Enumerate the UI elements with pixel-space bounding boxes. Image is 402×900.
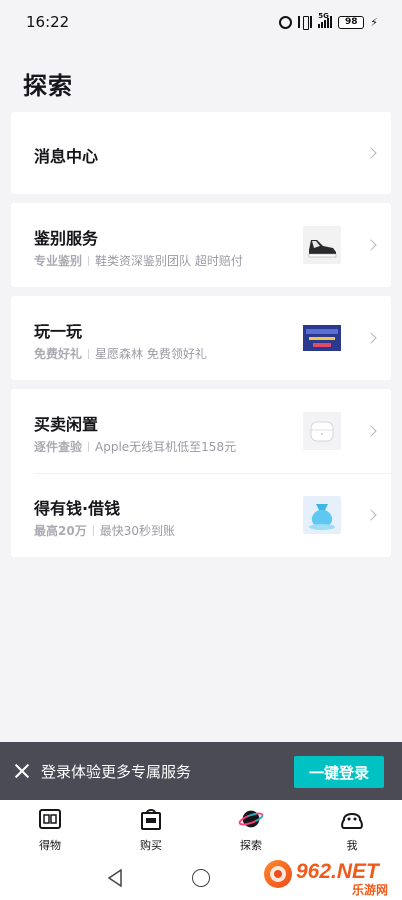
forest-game-thumbnail	[303, 319, 341, 357]
status-icons: 5G 98 ⚡	[279, 12, 378, 30]
chevron-right-icon	[365, 147, 377, 159]
one-click-login-button[interactable]: 一键登录	[294, 756, 384, 788]
appraisal-subtitle: 专业鉴别 鞋类资深鉴别团队 超时赔付	[34, 252, 243, 269]
resale-title: 买卖闲置	[34, 415, 99, 434]
tab-me[interactable]: 我	[317, 806, 387, 853]
appraisal-desc: 鞋类资深鉴别团队 超时赔付	[95, 254, 243, 268]
chevron-right-icon	[365, 425, 377, 437]
chevron-right-icon	[365, 239, 377, 251]
status-bar: 16:22 5G 98 ⚡	[0, 0, 402, 44]
message-center-card[interactable]: 消息中心	[11, 112, 391, 194]
loan-title: 得有钱·借钱	[34, 499, 121, 518]
back-icon[interactable]	[107, 868, 123, 891]
earbuds-thumbnail	[303, 412, 341, 450]
message-center-title: 消息中心	[34, 147, 99, 166]
chevron-right-icon	[365, 509, 377, 521]
dewu-icon	[37, 806, 63, 832]
loan-subtitle: 最高20万 最快30秒到账	[34, 522, 175, 539]
resale-row[interactable]: 买卖闲置 逐件查验 Apple无线耳机低至158元	[11, 389, 391, 473]
tab-label: 探索	[240, 839, 262, 852]
play-subtitle: 免费好礼 星愿森林 免费领好礼	[34, 345, 207, 362]
site-watermark: 962.NET 乐游网	[262, 852, 398, 898]
charging-icon: ⚡	[370, 15, 378, 29]
separator	[88, 255, 90, 266]
appraisal-title: 鉴别服务	[34, 229, 99, 248]
tab-label: 购买	[140, 839, 162, 852]
tab-label: 我	[346, 839, 358, 852]
tab-explore[interactable]: 探索	[216, 806, 286, 853]
resale-desc: Apple无线耳机低至158元	[95, 440, 237, 454]
alarm-icon	[279, 15, 293, 29]
login-prompt-text: 登录体验更多专属服务	[41, 763, 192, 781]
shopping-bag-icon	[138, 806, 164, 832]
separator	[88, 348, 90, 359]
appraisal-tag: 专业鉴别	[34, 254, 83, 268]
watermark-subtext: 乐游网	[352, 882, 388, 897]
resale-tag: 逐件查验	[34, 440, 83, 454]
tab-dewu[interactable]: 得物	[15, 806, 85, 853]
loan-desc: 最快30秒到账	[99, 524, 175, 538]
chevron-right-icon	[365, 332, 377, 344]
signal-icon: 5G	[318, 12, 333, 28]
loan-row[interactable]: 得有钱·借钱 最高20万 最快30秒到账	[11, 473, 391, 557]
play-title: 玩一玩	[34, 322, 83, 341]
tab-buy[interactable]: 购买	[116, 806, 186, 853]
status-time: 16:22	[26, 13, 70, 31]
resale-subtitle: 逐件查验 Apple无线耳机低至158元	[34, 438, 236, 455]
loan-tag: 最高20万	[34, 524, 87, 538]
services-card: 买卖闲置 逐件查验 Apple无线耳机低至158元 得有钱·借钱 最高20万 最…	[11, 389, 391, 557]
watermark-text: 962.NET	[296, 860, 381, 883]
vibrate-icon	[298, 16, 313, 30]
sneaker-thumbnail	[303, 226, 341, 264]
profile-icon	[339, 806, 365, 832]
play-tag: 免费好礼	[34, 347, 83, 361]
page-title: 探索	[23, 72, 73, 100]
play-desc: 星愿森林 免费领好礼	[95, 347, 207, 361]
play-card[interactable]: 玩一玩 免费好礼 星愿森林 免费领好礼	[11, 296, 391, 380]
money-bag-thumbnail	[303, 496, 341, 534]
network-label: 5G	[318, 12, 329, 20]
home-icon[interactable]	[192, 869, 210, 887]
separator	[92, 525, 94, 536]
battery-icon: 98	[338, 15, 365, 29]
planet-icon	[238, 806, 264, 832]
separator	[88, 441, 90, 452]
appraisal-card[interactable]: 鉴别服务 专业鉴别 鞋类资深鉴别团队 超时赔付	[11, 203, 391, 287]
battery-level: 98	[345, 17, 358, 27]
bottom-tab-bar: 得物 购买 探索 我	[0, 800, 402, 858]
tab-label: 得物	[39, 839, 61, 852]
close-icon[interactable]	[14, 763, 30, 779]
